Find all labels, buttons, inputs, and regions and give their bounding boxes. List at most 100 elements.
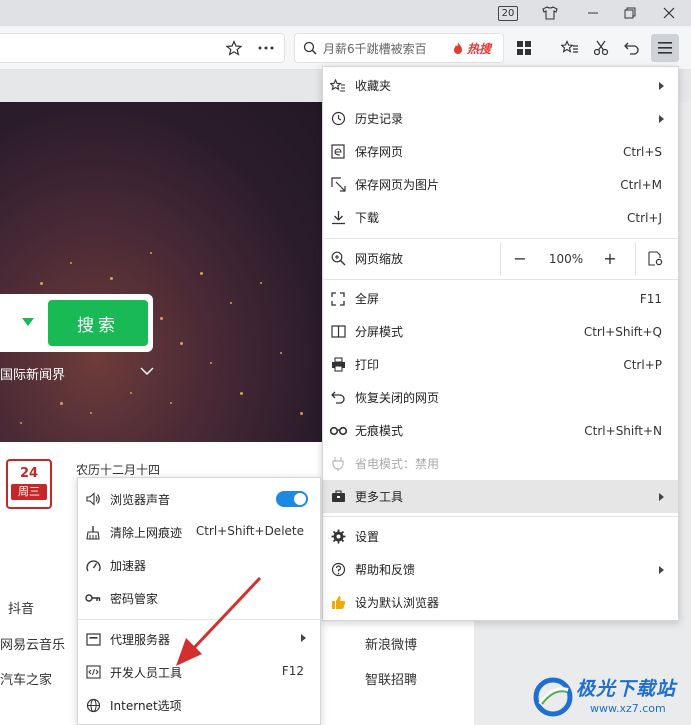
search-icon: [303, 41, 317, 55]
zoom-divider: [500, 242, 501, 275]
help-icon: [329, 561, 347, 579]
browser-sound-toggle[interactable]: [276, 491, 308, 507]
tab-count-button[interactable]: 20: [490, 0, 526, 26]
globe-icon: [84, 696, 102, 714]
devtools-icon: [84, 663, 102, 681]
lunar-date: 农历十二月十四: [76, 463, 161, 477]
menu-item-fullscreen[interactable]: 全屏 F11: [323, 282, 678, 315]
undo-icon[interactable]: [620, 36, 644, 60]
menu-item-incognito[interactable]: 无痕模式 Ctrl+Shift+N: [323, 414, 678, 447]
menu-divider: [323, 279, 678, 280]
watermark-url: www.xz7.com: [590, 702, 666, 715]
menu-shortcut: Ctrl+S: [622, 144, 662, 159]
main-menu: 收藏夹 历史记录 保存网页 Ctrl+S 保存网页为图片 Ctrl+M 下载 C…: [322, 66, 679, 621]
site-link[interactable]: 抖音: [8, 598, 34, 617]
menu-item-help[interactable]: 帮助和反馈: [323, 553, 678, 586]
zoom-in-button[interactable]: +: [599, 242, 621, 275]
submenu-arrow-icon: [659, 492, 664, 501]
restore-button[interactable]: [612, 0, 648, 26]
menu-shortcut: Ctrl+Shift+N: [584, 423, 662, 438]
calendar-widget[interactable]: 24 周三: [6, 459, 52, 509]
star-list-icon: [329, 77, 347, 95]
minimize-button[interactable]: [576, 0, 612, 26]
menu-item-save-page[interactable]: 保存网页 Ctrl+S: [323, 135, 678, 168]
menu-shortcut: Ctrl+J: [627, 210, 662, 225]
menu-item-save-as-image[interactable]: 保存网页为图片 Ctrl+M: [323, 168, 678, 201]
favorites-list-icon[interactable]: [558, 36, 582, 60]
site-link[interactable]: 智联招聘: [365, 669, 417, 688]
bookmark-star-icon[interactable]: [222, 36, 246, 60]
save-page-icon: [329, 143, 347, 161]
page-settings-icon[interactable]: [643, 242, 667, 275]
menu-item-split-screen[interactable]: 分屏模式 Ctrl+Shift+Q: [323, 315, 678, 348]
apps-grid-icon[interactable]: [512, 36, 536, 60]
gear-icon: [329, 528, 347, 546]
hot-search-badge: 热搜: [467, 41, 492, 56]
submenu-item-internet-options[interactable]: Internet选项: [78, 688, 320, 721]
hamburger-icon: [658, 42, 672, 54]
menu-divider: [323, 516, 678, 517]
main-menu-button[interactable]: [651, 34, 679, 62]
menu-divider: [323, 238, 678, 239]
speaker-icon: [84, 490, 102, 508]
submenu-arrow-icon: [659, 565, 664, 574]
skin-shirt-icon[interactable]: [532, 0, 568, 26]
hero-background: 搜索 国际新闻界: [0, 102, 322, 442]
menu-shortcut: Ctrl+P: [623, 357, 662, 372]
key-icon: [84, 589, 102, 607]
search-box[interactable]: 月薪6千跳槽被索百 热搜: [294, 33, 504, 63]
clock-icon: [329, 110, 347, 128]
menu-item-history[interactable]: 历史记录: [323, 102, 678, 135]
menu-item-label: 分屏模式: [355, 325, 404, 339]
submenu-arrow-icon: [301, 634, 306, 642]
calendar-weekday: 周三: [11, 484, 47, 500]
menu-item-restore-closed[interactable]: 恢复关闭的网页: [323, 381, 678, 414]
menu-item-label: 恢复关闭的网页: [355, 391, 440, 405]
close-button[interactable]: [651, 0, 687, 26]
window-titlebar: 20: [0, 0, 691, 26]
news-link[interactable]: 国际新闻界: [0, 364, 65, 383]
download-icon: [329, 209, 347, 227]
submenu-item-clear-history[interactable]: 清除上网痕迹 Ctrl+Shift+Delete: [78, 515, 320, 548]
broom-icon: [84, 523, 102, 541]
menu-item-print[interactable]: 打印 Ctrl+P: [323, 348, 678, 381]
speedometer-icon: [84, 556, 102, 574]
menu-item-zoom: 网页缩放 − 100% +: [323, 242, 678, 275]
tab-count-badge: 20: [497, 5, 519, 21]
submenu-item-label: 加速器: [110, 559, 147, 573]
menu-item-label: 下载: [355, 211, 380, 225]
chevron-down-icon[interactable]: [140, 364, 154, 380]
menu-item-label: 保存网页为图片: [355, 178, 440, 192]
site-link[interactable]: 新浪微博: [365, 634, 417, 653]
menu-item-more-tools[interactable]: 更多工具: [323, 480, 678, 513]
fullscreen-icon: [329, 290, 347, 308]
more-dots-icon[interactable]: [254, 36, 278, 60]
toolbox-icon: [329, 488, 347, 506]
annotation-arrow: [176, 576, 262, 666]
menu-item-default-browser[interactable]: 设为默认浏览器: [323, 586, 678, 619]
menu-item-label: 收藏夹: [355, 79, 392, 93]
proxy-icon: [84, 630, 102, 648]
site-link[interactable]: 网易云音乐: [0, 634, 65, 653]
watermark-emblem-icon: [533, 677, 573, 717]
menu-item-favorites[interactable]: 收藏夹: [323, 69, 678, 102]
menu-item-label: 帮助和反馈: [355, 563, 416, 577]
submenu-shortcut: F12: [281, 664, 304, 678]
scissors-icon[interactable]: [589, 36, 613, 60]
submenu-item-browser-sound[interactable]: 浏览器声音: [78, 482, 320, 515]
menu-shortcut: Ctrl+Shift+Q: [583, 324, 662, 339]
engine-dropdown-icon[interactable]: [22, 318, 34, 326]
menu-item-settings[interactable]: 设置: [323, 520, 678, 553]
search-submit-button[interactable]: 搜索: [48, 300, 148, 346]
menu-item-download[interactable]: 下载 Ctrl+J: [323, 201, 678, 234]
zoom-level: 100%: [548, 251, 584, 266]
incognito-icon: [329, 422, 347, 440]
zoom-out-button[interactable]: −: [509, 242, 531, 275]
submenu-arrow-icon: [659, 81, 664, 90]
submenu-shortcut: Ctrl+Shift+Delete: [195, 524, 304, 538]
menu-item-label: 无痕模式: [355, 424, 404, 438]
watermark-logo: 极光下载站 www.xz7.com: [528, 672, 688, 724]
site-link[interactable]: 汽车之家: [0, 669, 52, 688]
submenu-item-label: Internet选项: [110, 699, 182, 713]
menu-item-label: 打印: [355, 358, 380, 372]
